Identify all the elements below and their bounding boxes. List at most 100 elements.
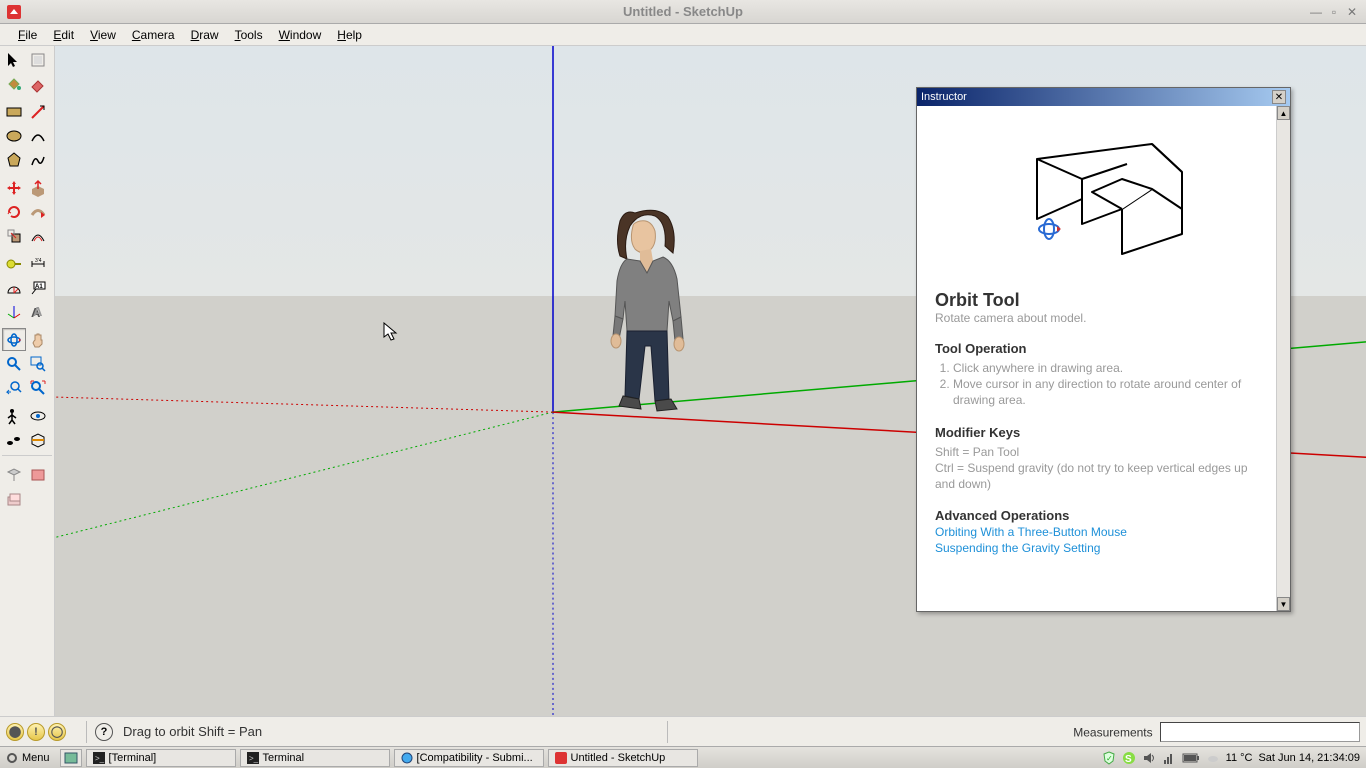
status-hint: Drag to orbit Shift = Pan — [123, 724, 262, 739]
menu-help[interactable]: Help — [329, 25, 370, 45]
layers-tab[interactable] — [2, 487, 26, 510]
advanced-link-2[interactable]: Suspending the Gravity Setting — [935, 541, 1258, 555]
move-tool[interactable] — [2, 176, 26, 199]
rectangle-tool[interactable] — [2, 100, 26, 123]
rotate-tool[interactable] — [2, 200, 26, 223]
show-desktop-button[interactable] — [60, 749, 82, 767]
scroll-up-button[interactable]: ▲ — [1277, 106, 1290, 120]
task-label: Terminal — [263, 752, 305, 764]
window-titlebar: Untitled - SketchUp — ▫ ✕ — [0, 0, 1366, 24]
menu-tools[interactable]: Tools — [227, 25, 271, 45]
tool-palette: 3'4 A1 AA — [0, 46, 55, 716]
skype-icon[interactable]: S — [1122, 751, 1136, 765]
operation-step-1: Click anywhere in drawing area. — [953, 360, 1258, 376]
start-menu-button[interactable]: Menu — [0, 750, 56, 766]
instructor-titlebar[interactable]: Instructor ✕ — [917, 88, 1290, 106]
menu-draw[interactable]: Draw — [183, 25, 227, 45]
instructor-close-button[interactable]: ✕ — [1272, 90, 1286, 104]
text-tool[interactable]: A1 — [26, 276, 50, 299]
dimension-tool[interactable]: 3'4 — [26, 252, 50, 275]
operation-step-2: Move cursor in any direction to rotate a… — [953, 376, 1258, 408]
task-compat[interactable]: [Compatibility - Submi... — [394, 749, 544, 767]
maximize-button[interactable]: ▫ — [1326, 4, 1342, 20]
circle-tool[interactable] — [2, 124, 26, 147]
statusbar: ⬤ ! ◯ ? Drag to orbit Shift = Pan Measur… — [0, 716, 1366, 746]
network-icon[interactable] — [1162, 751, 1176, 765]
pan-tool[interactable] — [26, 328, 50, 351]
scenes-tab[interactable] — [26, 463, 50, 486]
status-icon-credits[interactable]: ! — [27, 723, 45, 741]
measurements-input[interactable] — [1160, 722, 1360, 742]
instructor-heading: Orbit Tool — [935, 290, 1258, 311]
shield-icon[interactable]: ✓ — [1102, 751, 1116, 765]
svg-text:✓: ✓ — [1106, 754, 1113, 763]
svg-text:3'4: 3'4 — [35, 258, 42, 264]
line-tool[interactable] — [26, 100, 50, 123]
outliner-tab[interactable] — [2, 463, 26, 486]
desktop-icon — [64, 752, 78, 764]
offset-tool[interactable] — [26, 224, 50, 247]
task-terminal-1[interactable]: >_ [Terminal] — [86, 749, 236, 767]
position-camera-tool[interactable] — [2, 404, 26, 427]
status-icon-profile[interactable]: ◯ — [48, 723, 66, 741]
polygon-tool[interactable] — [2, 148, 26, 171]
previous-view-tool[interactable] — [2, 376, 26, 399]
instructor-title: Instructor — [921, 91, 967, 103]
sketchup-icon — [555, 752, 567, 764]
orbit-tool[interactable] — [2, 328, 26, 351]
system-tray: ✓ S 11 °C Sat Jun 14, 21:34:09 — [1102, 751, 1366, 765]
volume-icon[interactable] — [1142, 751, 1156, 765]
os-taskbar: Menu >_ [Terminal] >_ Terminal [Compatib… — [0, 746, 1366, 768]
zoom-tool[interactable] — [2, 352, 26, 375]
help-icon[interactable]: ? — [95, 723, 113, 741]
task-sketchup[interactable]: Untitled - SketchUp — [548, 749, 698, 767]
menu-window[interactable]: Window — [271, 25, 330, 45]
mouse-cursor — [383, 322, 399, 342]
select-tool[interactable] — [2, 48, 26, 71]
close-window-button[interactable]: ✕ — [1344, 4, 1360, 20]
weather-icon[interactable] — [1206, 751, 1220, 765]
paint-bucket-tool[interactable] — [2, 72, 26, 95]
orbit-cursor-icon — [1039, 219, 1061, 239]
instructor-subtitle: Rotate camera about model. — [935, 311, 1258, 325]
freehand-tool[interactable] — [26, 148, 50, 171]
arc-tool[interactable] — [26, 124, 50, 147]
menu-file[interactable]: File — [10, 25, 45, 45]
minimize-button[interactable]: — — [1308, 4, 1324, 20]
weather-text: 11 °C — [1226, 752, 1253, 764]
section-tool[interactable] — [26, 428, 50, 451]
axes-tool[interactable] — [2, 300, 26, 323]
task-terminal-2[interactable]: >_ Terminal — [240, 749, 390, 767]
scale-tool[interactable] — [2, 224, 26, 247]
battery-icon[interactable] — [1182, 752, 1200, 764]
orbit-illustration — [987, 124, 1207, 284]
3dtext-tool[interactable]: AA — [26, 300, 50, 323]
instructor-panel: Instructor ✕ Orbit Tool Rotate camera ab… — [916, 87, 1291, 612]
terminal-icon: >_ — [247, 752, 259, 764]
look-around-tool[interactable] — [26, 404, 50, 427]
menu-camera[interactable]: Camera — [124, 25, 183, 45]
zoom-extents-tool[interactable] — [26, 376, 50, 399]
modifier-heading: Modifier Keys — [935, 425, 1258, 440]
instructor-scrollbar[interactable]: ▲ ▼ — [1276, 106, 1290, 611]
eraser-tool[interactable] — [26, 72, 50, 95]
scroll-down-button[interactable]: ▼ — [1277, 597, 1290, 611]
modifier-1: Shift = Pan Tool — [935, 444, 1258, 460]
clock[interactable]: Sat Jun 14, 21:34:09 — [1258, 752, 1360, 764]
modifier-2: Ctrl = Suspend gravity (do not try to ke… — [935, 460, 1258, 492]
pushpull-tool[interactable] — [26, 176, 50, 199]
task-label: [Terminal] — [109, 752, 157, 764]
browser-icon — [401, 752, 413, 764]
tape-tool[interactable] — [2, 252, 26, 275]
walk-tool[interactable] — [2, 428, 26, 451]
menu-edit[interactable]: Edit — [45, 25, 82, 45]
advanced-link-1[interactable]: Orbiting With a Three-Button Mouse — [935, 525, 1258, 539]
followme-tool[interactable] — [26, 200, 50, 223]
zoom-window-tool[interactable] — [26, 352, 50, 375]
protractor-tool[interactable] — [2, 276, 26, 299]
window-title: Untitled - SketchUp — [623, 4, 743, 19]
status-icon-geo[interactable]: ⬤ — [6, 723, 24, 741]
make-component-tool[interactable] — [26, 48, 50, 71]
menu-view[interactable]: View — [82, 25, 124, 45]
svg-text:>_: >_ — [95, 754, 105, 763]
